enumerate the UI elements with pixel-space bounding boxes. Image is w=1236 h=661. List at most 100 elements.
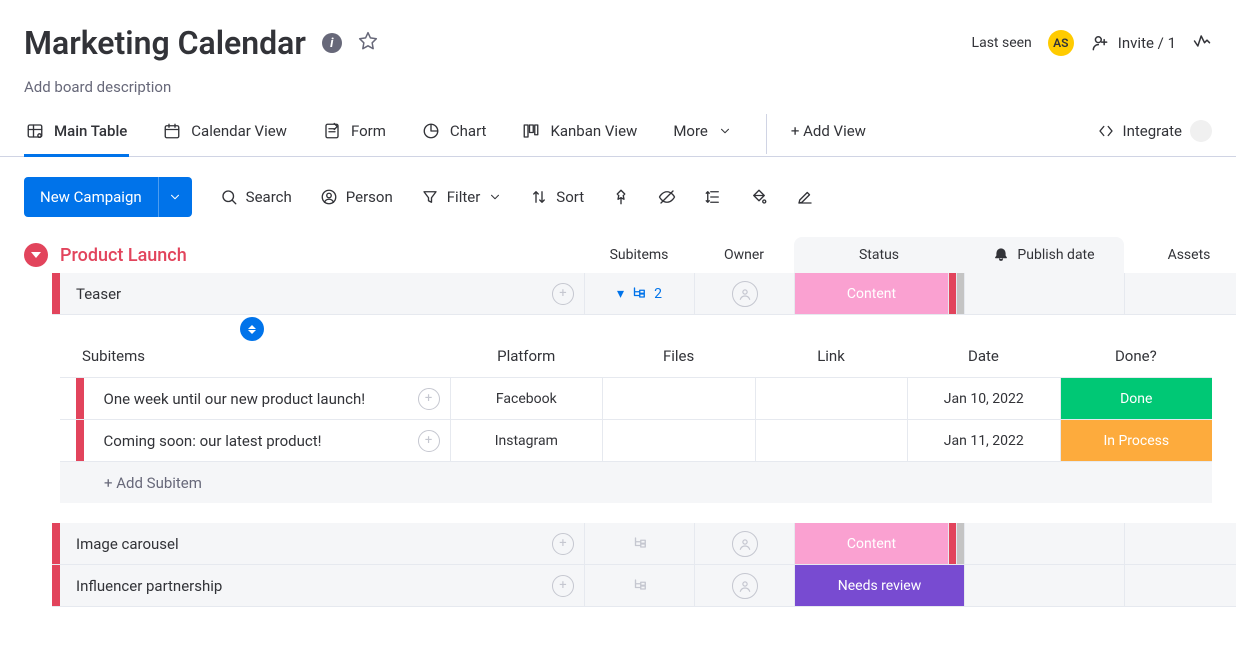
row-name-text[interactable]: Image carousel <box>76 535 179 553</box>
assets-cell[interactable] <box>1124 565 1236 606</box>
favorite-star-icon[interactable] <box>358 31 378 55</box>
conversation-icon[interactable]: + <box>552 283 574 305</box>
edit-icon[interactable] <box>796 188 814 206</box>
link-cell[interactable] <box>755 420 908 461</box>
sub-column-header-files[interactable]: Files <box>602 347 754 365</box>
files-cell[interactable] <box>602 420 755 461</box>
integrate-button[interactable]: Integrate <box>1097 112 1212 156</box>
height-icon[interactable] <box>704 188 722 206</box>
status-progress-strip <box>956 273 964 314</box>
table-row[interactable]: Influencer partnership + Needs review <box>52 565 1236 607</box>
date-cell[interactable]: Jan 11, 2022 <box>907 420 1060 461</box>
sort-button[interactable]: Sort <box>530 188 584 206</box>
tab-label: Chart <box>450 122 487 140</box>
subitems-cell[interactable] <box>584 565 694 606</box>
tab-label: Calendar View <box>191 122 287 140</box>
tab-calendar-view[interactable]: Calendar View <box>161 114 289 154</box>
conversation-icon[interactable]: + <box>552 533 574 555</box>
add-view-button[interactable]: + Add View <box>766 114 868 154</box>
row-color-strip <box>52 273 60 314</box>
owner-cell[interactable] <box>694 523 794 564</box>
assets-cell[interactable] <box>1124 273 1236 314</box>
subitems-cell[interactable]: ▾ 2 <box>584 273 694 314</box>
tab-chart[interactable]: Chart <box>420 114 489 154</box>
conversation-icon[interactable]: + <box>552 575 574 597</box>
owner-cell[interactable] <box>694 273 794 314</box>
column-header-status[interactable]: Status <box>794 237 964 273</box>
group-title[interactable]: Product Launch <box>60 245 187 266</box>
board-title[interactable]: Marketing Calendar <box>24 24 306 62</box>
subitem-row[interactable]: Coming soon: our latest product! + Insta… <box>60 419 1212 461</box>
new-campaign-label: New Campaign <box>24 188 158 206</box>
add-subitem-button[interactable]: + Add Subitem <box>60 461 1212 503</box>
subitem-name-text[interactable]: Coming soon: our latest product! <box>104 432 322 450</box>
board-toolbar: New Campaign Search Person Filter Sort <box>0 157 1236 237</box>
owner-cell[interactable] <box>694 565 794 606</box>
tab-kanban-view[interactable]: Kanban View <box>520 114 639 154</box>
filter-button[interactable]: Filter <box>421 188 503 206</box>
invite-button[interactable]: Invite / 1 <box>1090 33 1176 53</box>
status-cell[interactable]: Content <box>794 523 948 564</box>
tab-form[interactable]: Form <box>321 114 388 154</box>
assets-cell[interactable] <box>1124 523 1236 564</box>
conversation-icon[interactable]: + <box>418 430 440 452</box>
link-cell[interactable] <box>755 378 908 419</box>
avatar[interactable]: AS <box>1048 30 1074 56</box>
status-cell[interactable]: Needs review <box>794 565 964 606</box>
info-icon[interactable]: i <box>322 33 342 53</box>
search-label: Search <box>246 188 292 206</box>
tab-label: More <box>673 122 708 140</box>
sub-column-header-name[interactable]: Subitems <box>60 347 450 365</box>
activity-icon[interactable] <box>1192 31 1212 55</box>
sub-column-header-date[interactable]: Date <box>907 347 1059 365</box>
subitem-name-text[interactable]: One week until our new product launch! <box>104 390 366 408</box>
person-icon <box>732 531 758 557</box>
integration-badge-icon <box>1190 120 1212 142</box>
tab-more[interactable]: More <box>671 114 734 154</box>
column-header-assets[interactable]: Assets <box>1124 237 1236 273</box>
platform-cell[interactable]: Facebook <box>450 378 603 419</box>
sub-column-header-platform[interactable]: Platform <box>450 347 602 365</box>
add-view-label: + Add View <box>791 122 866 140</box>
platform-cell[interactable]: Instagram <box>450 420 603 461</box>
subitems-cell[interactable] <box>584 523 694 564</box>
row-color-strip <box>52 523 60 564</box>
publish-date-cell[interactable] <box>964 273 1124 314</box>
views-bar: Main Table Calendar View Form Chart Kanb… <box>0 96 1236 157</box>
publish-date-label: Publish date <box>1017 247 1094 263</box>
table-row[interactable]: Image carousel + Content <box>52 523 1236 565</box>
column-header-publish-date[interactable]: Publish date <box>964 237 1124 273</box>
pin-icon[interactable] <box>612 188 630 206</box>
row-color-strip <box>76 420 84 461</box>
hide-icon[interactable] <box>658 188 676 206</box>
last-seen-label: Last seen <box>972 35 1032 51</box>
table-row[interactable]: Teaser + ▾ 2 Content <box>52 273 1236 315</box>
column-header-subitems[interactable]: Subitems <box>584 237 694 273</box>
done-cell[interactable]: Done <box>1060 378 1213 419</box>
search-button[interactable]: Search <box>220 188 292 206</box>
files-cell[interactable] <box>602 378 755 419</box>
subitem-row[interactable]: One week until our new product launch! +… <box>60 377 1212 419</box>
publish-date-cell[interactable] <box>964 523 1124 564</box>
done-cell[interactable]: In Process <box>1060 420 1213 461</box>
sort-indicator-icon[interactable] <box>240 317 264 341</box>
group-collapse-toggle[interactable] <box>24 243 48 267</box>
person-filter-button[interactable]: Person <box>320 188 393 206</box>
sub-column-header-link[interactable]: Link <box>755 347 907 365</box>
publish-date-cell[interactable] <box>964 565 1124 606</box>
color-icon[interactable] <box>750 188 768 206</box>
tab-label: Main Table <box>54 122 127 140</box>
new-campaign-dropdown[interactable] <box>158 177 192 217</box>
invite-label: Invite / 1 <box>1118 34 1176 52</box>
row-name-text[interactable]: Influencer partnership <box>76 577 222 595</box>
column-header-owner[interactable]: Owner <box>694 237 794 273</box>
row-name-text[interactable]: Teaser <box>76 285 121 303</box>
board-description[interactable]: Add board description <box>0 62 1236 96</box>
tab-label: Form <box>351 122 386 140</box>
sub-column-header-done[interactable]: Done? <box>1060 347 1212 365</box>
new-campaign-button[interactable]: New Campaign <box>24 177 192 217</box>
date-cell[interactable]: Jan 10, 2022 <box>907 378 1060 419</box>
status-cell[interactable]: Content <box>794 273 948 314</box>
tab-main-table[interactable]: Main Table <box>24 114 129 157</box>
conversation-icon[interactable]: + <box>418 388 440 410</box>
